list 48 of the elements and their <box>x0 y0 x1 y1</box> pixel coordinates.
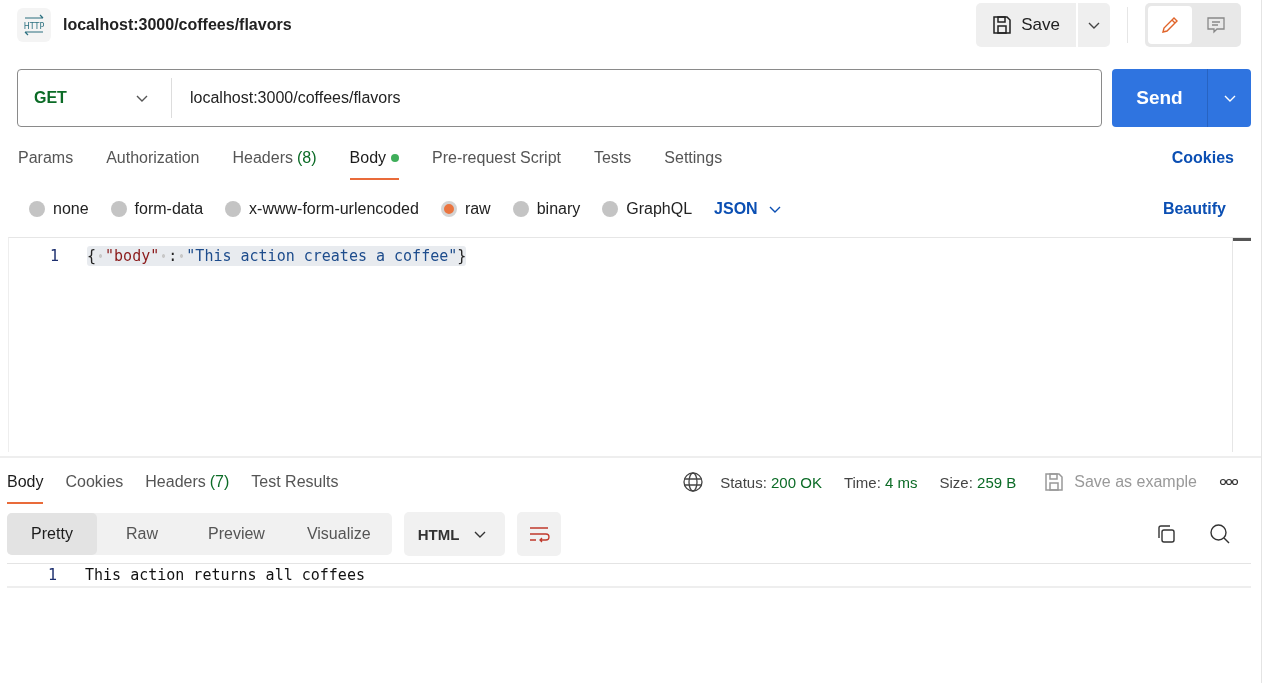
tab[interactable]: Cookies <box>65 460 124 504</box>
status-text: Status: 200 OK <box>720 473 822 491</box>
body-type-radio[interactable]: none <box>29 200 89 218</box>
copy-icon[interactable] <box>1155 523 1177 545</box>
response-line: This action returns all coffees <box>85 566 365 584</box>
wrap-lines-button[interactable] <box>517 512 562 556</box>
url-bar[interactable]: GET localhost:3000/coffees/flavors <box>17 69 1102 127</box>
body-type-radio[interactable]: GraphQL <box>602 200 693 218</box>
body-type-radio[interactable]: x-www-form-urlencoded <box>225 200 419 218</box>
globe-icon <box>682 471 705 493</box>
tab[interactable]: Test Results <box>251 460 339 504</box>
view-mode-tab[interactable]: Pretty <box>7 513 97 555</box>
comment-icon <box>1206 15 1226 35</box>
body-type-radio[interactable]: binary <box>512 200 581 218</box>
tab[interactable]: Params <box>18 136 74 180</box>
line-number: 1 <box>48 247 60 265</box>
body-type-radio[interactable]: form-data <box>110 200 204 218</box>
format-dropdown[interactable]: HTML <box>403 512 506 556</box>
tab[interactable]: Pre-request Script <box>432 136 561 180</box>
tab[interactable]: Authorization <box>106 136 200 180</box>
view-mode-tab[interactable]: Visualize <box>285 513 392 555</box>
more-icon[interactable] <box>1219 478 1239 486</box>
save-options-button[interactable] <box>1076 3 1110 47</box>
save-button[interactable]: Save <box>976 3 1076 47</box>
http-request-icon: HTTP <box>17 8 51 42</box>
pencil-icon <box>1160 15 1180 35</box>
beautify-link[interactable]: Beautify <box>1162 200 1226 218</box>
line-number: 1 <box>46 566 58 584</box>
body-type-radio[interactable]: raw <box>440 200 491 218</box>
status-text: Size: 259 B <box>939 473 1017 491</box>
wrap-lines-icon <box>528 525 551 543</box>
edit-mode-button[interactable] <box>1148 6 1192 44</box>
tab[interactable]: Headers (8) <box>232 136 317 180</box>
request-title: localhost:3000/coffees/flavors <box>63 16 292 34</box>
tab[interactable]: Headers (7) <box>145 460 230 504</box>
view-mode-tab[interactable]: Raw <box>97 513 187 555</box>
request-body-editor[interactable]: 1 { "body" : "This action creates a coffee"} <box>8 237 1251 452</box>
method-dropdown[interactable]: GET <box>18 78 172 118</box>
tab[interactable]: Body <box>7 460 44 504</box>
view-mode-tab[interactable]: Preview <box>187 513 286 555</box>
tab[interactable]: Settings <box>664 136 723 180</box>
cookies-link[interactable]: Cookies <box>1171 149 1234 167</box>
format-dropdown[interactable]: JSON <box>714 200 782 218</box>
search-icon[interactable] <box>1209 523 1231 545</box>
status-text: Time: 4 ms <box>843 473 918 491</box>
tab[interactable]: Tests <box>593 136 632 180</box>
tab[interactable]: Body <box>349 136 400 180</box>
scrollbar-thumb[interactable] <box>1233 238 1251 241</box>
